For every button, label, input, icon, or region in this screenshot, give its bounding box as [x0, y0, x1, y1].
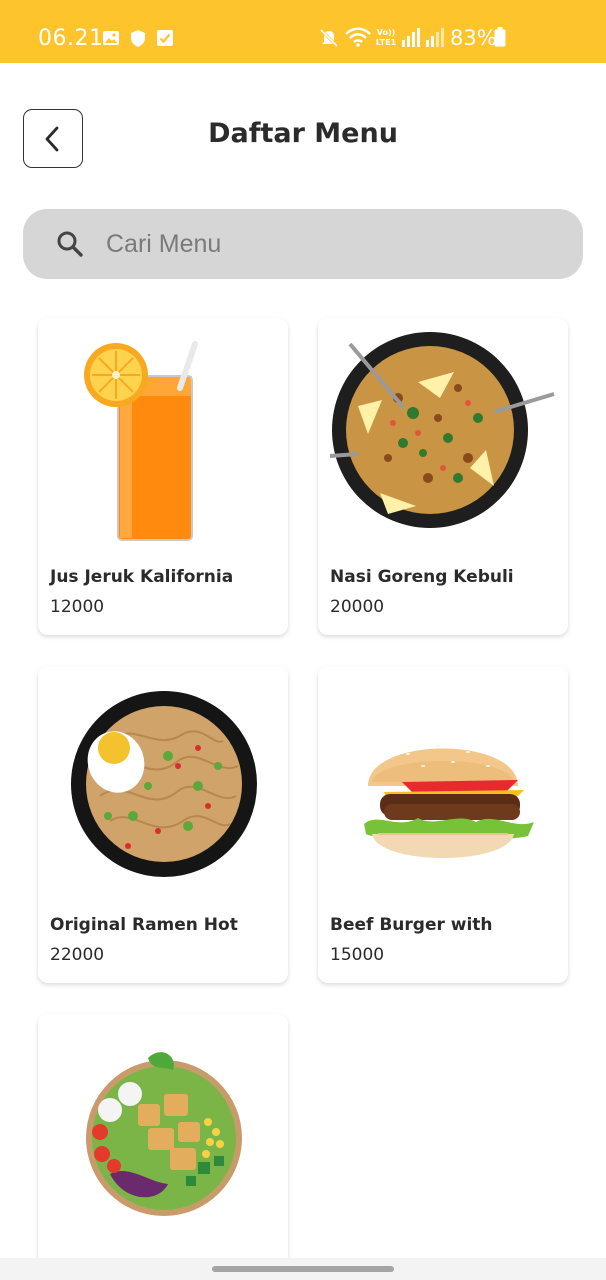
ramen-image — [71, 691, 257, 877]
menu-item-price: 12000 — [50, 597, 105, 617]
battery-icon — [494, 27, 506, 47]
status-bar: 06.21 Vo)) LTE1 83% — [0, 0, 606, 63]
mute-icon — [319, 28, 339, 48]
menu-item-name: Original Ramen Hot — [50, 915, 238, 935]
fried-rice-image — [329, 332, 555, 528]
gesture-navigation-bar — [0, 1258, 606, 1280]
salad-bowl-image — [86, 1052, 242, 1216]
signal-icon — [402, 28, 420, 47]
menu-item-name: Nasi Goreng Kebuli — [330, 567, 514, 587]
signal-icon — [426, 28, 444, 47]
status-time: 06.21 — [38, 26, 104, 51]
volte-icon: Vo))LTE1 — [376, 28, 397, 47]
home-handle[interactable] — [212, 1266, 394, 1272]
svg-text:Vo)): Vo)) — [377, 28, 396, 37]
menu-card[interactable]: Jus Jeruk Kalifornia 12000 — [38, 318, 288, 635]
checkbox-icon — [157, 30, 173, 46]
search-icon — [57, 231, 83, 257]
orange-juice-image — [84, 341, 198, 541]
wifi-icon — [345, 27, 371, 47]
menu-card[interactable]: Nasi Goreng Kebuli 20000 — [318, 318, 568, 635]
page-title: Daftar Menu — [208, 118, 398, 149]
menu-item-price: 22000 — [50, 945, 105, 965]
menu-item-name: Jus Jeruk Kalifornia — [50, 567, 234, 587]
shield-icon — [131, 30, 145, 47]
gallery-icon — [103, 31, 119, 45]
battery-percent: 83% — [450, 26, 497, 50]
menu-item-price: 15000 — [330, 945, 385, 965]
menu-card[interactable]: Beef Burger with 15000 — [318, 666, 568, 983]
menu-card[interactable]: Original Ramen Hot 22000 — [38, 666, 288, 983]
burger-image — [364, 745, 534, 858]
search-input[interactable] — [106, 226, 546, 262]
menu-item-name: Beef Burger with — [330, 915, 493, 935]
menu-item-price: 20000 — [330, 597, 385, 617]
menu-card[interactable] — [38, 1014, 288, 1280]
svg-text:LTE1: LTE1 — [376, 38, 397, 47]
